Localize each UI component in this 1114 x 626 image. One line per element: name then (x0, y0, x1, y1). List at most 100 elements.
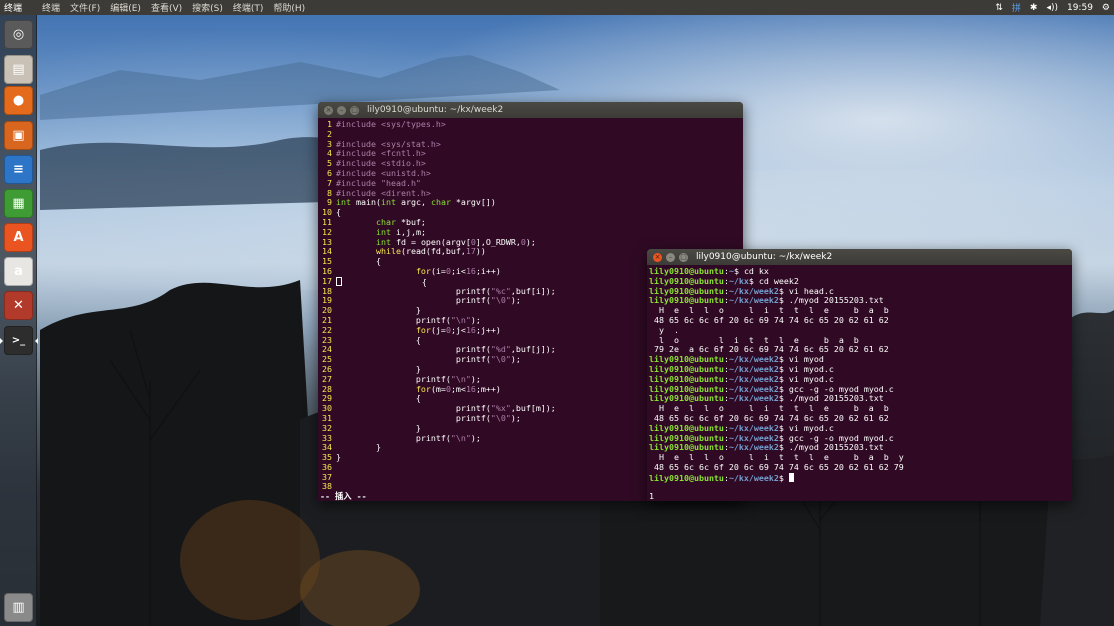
menu-view[interactable]: 查看(V) (146, 1, 187, 14)
shell-command: ./myod 20155203.txt (788, 393, 884, 404)
prompt-path: ~/kx/week2 (728, 422, 779, 433)
shell-output-line (647, 483, 1072, 493)
shell-output-line: 48 65 6c 6c 6f 20 6c 69 74 74 6c 65 20 6… (649, 314, 889, 325)
shell-prompt-line: lily0910@ubuntu:~/kx/week2$ (647, 472, 1072, 483)
shell-command: vi myod.c (788, 373, 834, 384)
prompt-user: lily0910@ubuntu (649, 285, 724, 296)
launcher-system-settings[interactable]: ✕ (4, 291, 33, 320)
menu-search[interactable]: 搜索(S) (187, 1, 228, 14)
menu-terminal-app[interactable]: 终端 (37, 1, 65, 14)
window-title: lily0910@ubuntu: ~/kx/week2 (367, 105, 504, 115)
active-app-title: 终端 (4, 4, 23, 14)
prompt-path: ~/kx/week2 (728, 393, 779, 404)
code-text: for(i=0;i<16;i++) (415, 265, 501, 276)
prompt-path: ~/kx (728, 275, 749, 286)
maximize-window-icon[interactable]: □ (350, 105, 359, 115)
launcher-firefox[interactable]: ● (4, 86, 33, 115)
window-titlebar[interactable]: × – □ lily0910@ubuntu: ~/kx/week2 (318, 102, 743, 118)
window-titlebar[interactable]: × – □ lily0910@ubuntu: ~/kx/week2 (647, 249, 1072, 265)
volume-icon[interactable]: ◂)) (1046, 3, 1058, 13)
firefox-icon: ● (12, 93, 25, 108)
prompt-user: lily0910@ubuntu (649, 266, 724, 276)
launcher-trash[interactable]: ▥ (4, 593, 33, 622)
files-cabinet-icon: ▤ (12, 62, 25, 77)
bluetooth-icon[interactable]: ✱ (1030, 3, 1038, 13)
shell-output-line: 48 65 6c 6c 6f 20 6c 69 74 74 6c 65 20 6… (649, 461, 904, 472)
shell-command: vi head.c (788, 285, 834, 296)
prompt-user: lily0910@ubuntu (649, 432, 724, 443)
prompt-user: lily0910@ubuntu (649, 373, 724, 384)
prompt-user: lily0910@ubuntu (649, 422, 724, 433)
shell-command: ./myod 20155203.txt (788, 295, 884, 306)
prompt-path: ~/kx/week2 (728, 295, 779, 306)
shell-command: vi myod.c (788, 422, 834, 433)
terminal-icon: >_ (11, 335, 26, 346)
prompt-user: lily0910@ubuntu (649, 383, 724, 394)
prompt-path: ~/kx/week2 (728, 472, 779, 483)
impress-icon: ▣ (12, 128, 25, 143)
software-center-icon: A (13, 230, 24, 245)
prompt-user: lily0910@ubuntu (649, 393, 724, 404)
prompt-path: ~/kx/week2 (728, 442, 779, 453)
launcher-software-center[interactable]: A (4, 223, 33, 252)
top-panel: 终端 终端 文件(F) 编辑(E) 查看(V) 搜索(S) 终端(T) 帮助(H… (0, 0, 1114, 15)
shell-terminal-window[interactable]: × – □ lily0910@ubuntu: ~/kx/week2 lily09… (647, 249, 1072, 501)
clock[interactable]: 19:59 (1067, 3, 1093, 13)
network-icon[interactable]: ⇅ (995, 3, 1003, 13)
minimize-window-icon[interactable]: – (337, 105, 346, 115)
terminal-cursor (788, 472, 794, 482)
code-line: 1 #include <sys/types.h> (318, 119, 743, 130)
prompt-path: ~/kx/week2 (728, 285, 779, 296)
settings-gear-icon[interactable]: ⚙ (1102, 3, 1110, 13)
shell-terminal-content[interactable]: lily0910@ubuntu:~$ cd kx lily0910@ubuntu:… (647, 265, 1072, 502)
writer-icon: ≡ (13, 162, 24, 177)
window-title: lily0910@ubuntu: ~/kx/week2 (696, 252, 833, 262)
code-line: 9 int main(int argc, char *argv[]) (318, 197, 743, 208)
prompt-path: ~/kx/week2 (728, 383, 779, 394)
shell-command: gcc -g -o myod myod.c (788, 432, 894, 443)
shell-command: gcc -g -o myod myod.c (788, 383, 894, 394)
code-text: int main(int argc, char *argv[]) (336, 197, 496, 208)
settings-wrench-icon: ✕ (13, 298, 24, 313)
shell-command: ./myod 20155203.txt (788, 442, 884, 453)
shell-output-line: 1 (649, 491, 654, 502)
launcher: ◎ ▤ ● ▣ ≡ ▦ Aa ✕ >_ ▥ (0, 15, 38, 626)
launcher-files[interactable]: ▤ (4, 55, 33, 84)
menu-edit[interactable]: 编辑(E) (105, 1, 146, 14)
amazon-icon: a (14, 264, 23, 279)
shell-command: vi myod (788, 354, 824, 365)
launcher-dash-home[interactable]: ◎ (4, 20, 33, 49)
ubuntu-logo-icon: ◎ (12, 27, 25, 42)
shell-command: cd week2 (758, 275, 799, 286)
menu-file[interactable]: 文件(F) (65, 1, 105, 14)
global-menu: 终端 文件(F) 编辑(E) 查看(V) 搜索(S) 终端(T) 帮助(H) (37, 1, 310, 14)
prompt-user: lily0910@ubuntu (649, 354, 724, 365)
launcher-terminal[interactable]: >_ (0, 326, 38, 355)
shell-command: vi myod.c (788, 363, 834, 374)
prompt-path: ~/kx/week2 (728, 432, 779, 443)
prompt-user: lily0910@ubuntu (649, 363, 724, 374)
input-method-icon[interactable]: 拼 (1012, 1, 1021, 14)
prompt-user: lily0910@ubuntu (649, 295, 724, 306)
maximize-window-icon[interactable]: □ (679, 252, 688, 262)
launcher-amazon[interactable]: a (4, 257, 33, 286)
minimize-window-icon[interactable]: – (666, 252, 675, 262)
prompt-user: lily0910@ubuntu (649, 442, 724, 453)
menu-help[interactable]: 帮助(H) (268, 1, 310, 14)
code-text: } (336, 442, 381, 453)
prompt-user: lily0910@ubuntu (649, 275, 724, 286)
shell-command: cd kx (743, 266, 769, 276)
code-text: } (336, 452, 341, 463)
close-window-icon[interactable]: × (324, 105, 333, 115)
launcher-libreoffice-calc[interactable]: ▦ (4, 189, 33, 218)
prompt-path: ~/kx/week2 (728, 373, 779, 384)
trash-icon: ▥ (12, 600, 25, 615)
close-window-icon[interactable]: × (653, 252, 662, 262)
code-text: #include <sys/types.h> (336, 119, 446, 129)
calc-icon: ▦ (12, 196, 25, 211)
menu-terminal[interactable]: 终端(T) (228, 1, 269, 14)
launcher-libreoffice-writer[interactable]: ≡ (4, 155, 33, 184)
indicator-area: ⇅ 拼 ✱ ◂)) 19:59 ⚙ (995, 1, 1114, 15)
prompt-user: lily0910@ubuntu (649, 472, 724, 483)
launcher-libreoffice-impress[interactable]: ▣ (4, 121, 33, 150)
